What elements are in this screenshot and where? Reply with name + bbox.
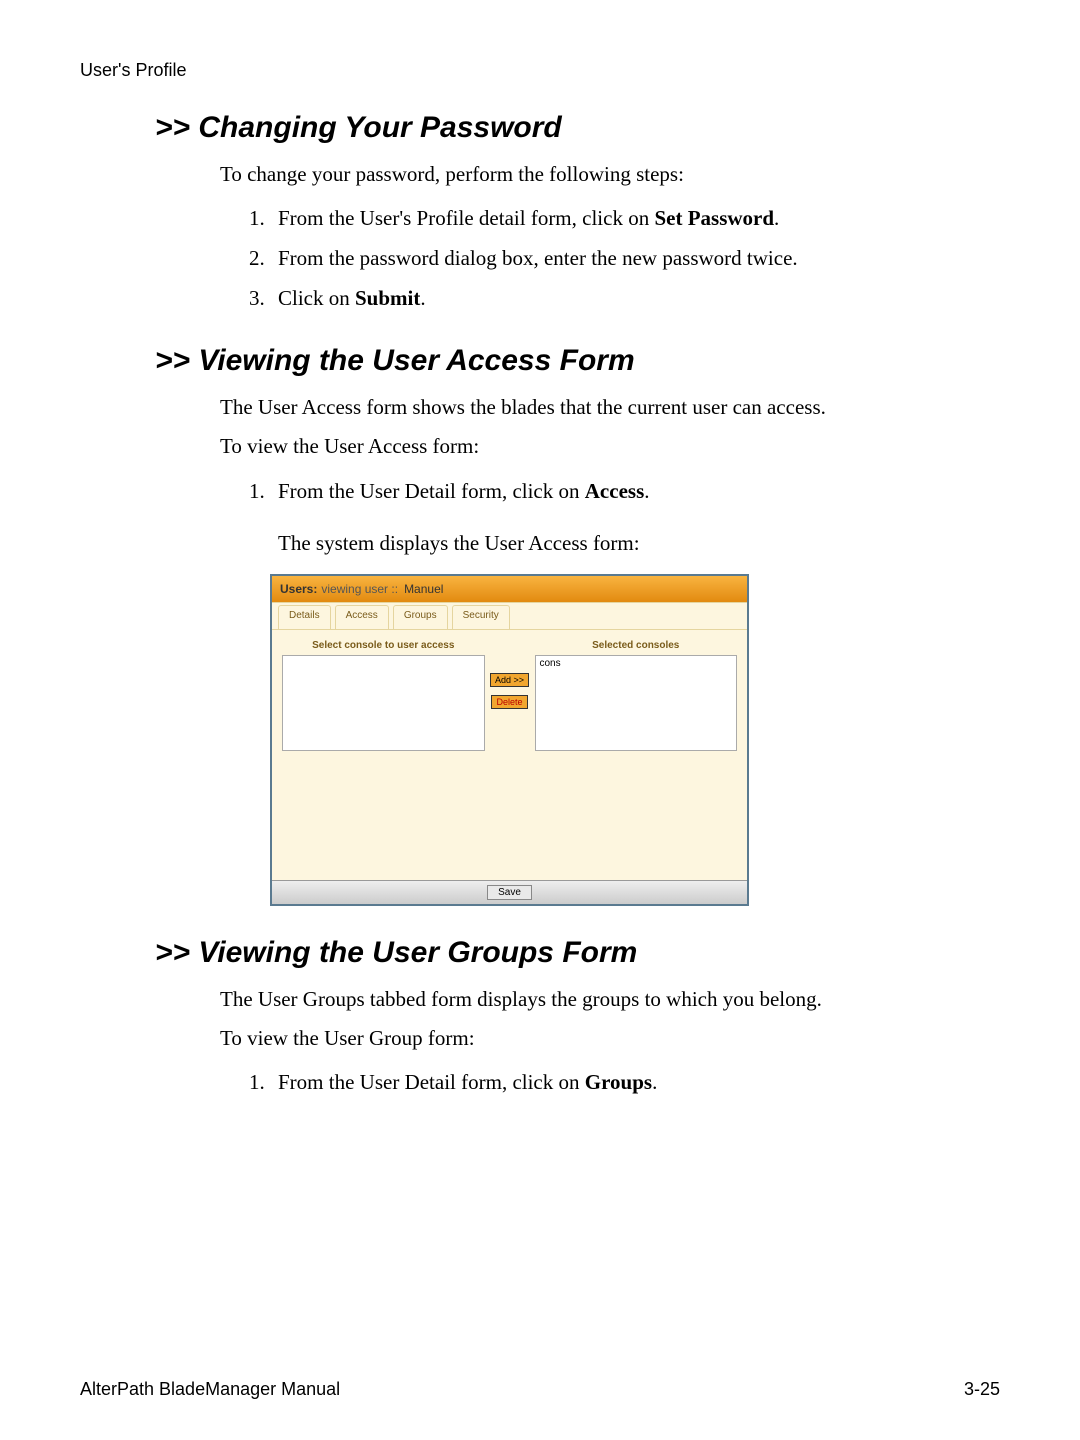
tab-content: Select console to user access Selected c… — [272, 629, 747, 880]
list-item[interactable]: cons — [540, 658, 733, 669]
pw-intro: To change your password, perform the fol… — [220, 160, 1000, 189]
tab-details[interactable]: Details — [278, 605, 331, 629]
tab-groups[interactable]: Groups — [393, 605, 448, 629]
access-intro1: The User Access form shows the blades th… — [220, 393, 1000, 422]
tabs-row: Details Access Groups Security — [272, 602, 747, 629]
save-button[interactable]: Save — [487, 885, 532, 900]
pw-steps: From the User's Profile detail form, cli… — [240, 199, 1000, 319]
pw-step-2: From the password dialog box, enter the … — [270, 239, 1000, 279]
groups-intro2: To view the User Group form: — [220, 1024, 1000, 1053]
selected-consoles-list[interactable]: cons — [535, 655, 738, 751]
window-footer: Save — [272, 880, 747, 904]
page-header: User's Profile — [80, 60, 1000, 81]
titlebar-user: Manuel — [404, 582, 443, 596]
label-available: Select console to user access — [282, 640, 485, 651]
dual-listbox: Add >> Delete cons — [282, 655, 737, 751]
heading-user-groups: >> Viewing the User Groups Form — [155, 936, 1000, 970]
user-access-window: Users: viewing user :: Manuel Details Ac… — [270, 574, 749, 906]
delete-button[interactable]: Delete — [491, 695, 527, 709]
heading-user-access: >> Viewing the User Access Form — [155, 344, 1000, 378]
tab-security[interactable]: Security — [452, 605, 510, 629]
footer-page-number: 3-25 — [964, 1379, 1000, 1400]
dual-list-labels: Select console to user access Selected c… — [282, 640, 737, 651]
groups-steps: From the User Detail form, click on Grou… — [240, 1063, 1000, 1103]
page-footer: AlterPath BladeManager Manual 3-25 — [80, 1379, 1000, 1400]
available-consoles-list[interactable] — [282, 655, 485, 751]
pw-step-1: From the User's Profile detail form, cli… — [270, 199, 1000, 239]
footer-manual-name: AlterPath BladeManager Manual — [80, 1379, 340, 1400]
titlebar-main: Users: — [280, 582, 317, 596]
label-selected: Selected consoles — [535, 640, 738, 651]
pw-step-3: Click on Submit. — [270, 279, 1000, 319]
window-titlebar: Users: viewing user :: Manuel — [272, 576, 747, 602]
add-button[interactable]: Add >> — [490, 673, 529, 687]
groups-step-1: From the User Detail form, click on Grou… — [270, 1063, 1000, 1103]
titlebar-sub: viewing user :: — [321, 582, 398, 596]
access-steps: From the User Detail form, click on Acce… — [240, 472, 1000, 564]
heading-changing-password: >> Changing Your Password — [155, 111, 1000, 145]
groups-intro1: The User Groups tabbed form displays the… — [220, 985, 1000, 1014]
access-step-1: From the User Detail form, click on Acce… — [270, 472, 1000, 564]
access-intro2: To view the User Access form: — [220, 432, 1000, 461]
access-step-result: The system displays the User Access form… — [278, 524, 1000, 564]
tab-access[interactable]: Access — [335, 605, 389, 629]
